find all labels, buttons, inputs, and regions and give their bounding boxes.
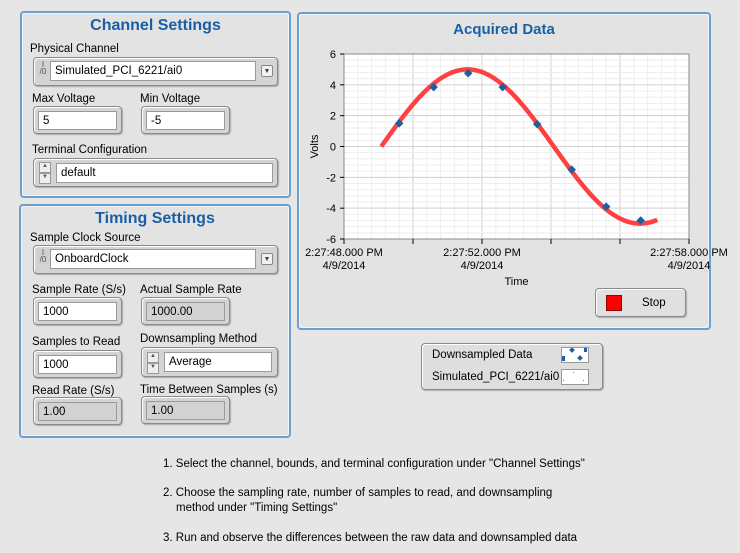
decrement-arrow-icon[interactable]: ▼ [147,363,159,374]
line-marker-icon [563,372,584,381]
samples-to-read-control[interactable]: 1000 [33,350,122,378]
legend-swatch-raw[interactable] [561,369,589,385]
y-tick-label: -2 [326,172,336,184]
increment-arrow-icon[interactable]: ▲ [147,352,159,363]
legend-swatch-downsampled[interactable] [561,347,589,363]
y-tick-label: 2 [330,111,336,123]
x-tick-label-date: 4/9/2014 [323,260,366,272]
stop-label: Stop [642,297,666,309]
x-tick-label-date: 4/9/2014 [461,260,504,272]
samples-to-read-label: Samples to Read [32,336,121,348]
sample-rate-control[interactable]: 1000 [33,297,122,325]
x-axis-label: Time [504,276,528,288]
legend-label-downsampled: Downsampled Data [432,349,533,361]
downsampling-method-ring[interactable]: ▲ ▼ Average [141,347,278,377]
read-rate-indicator: 1.00 [33,397,122,425]
y-tick-label: 4 [330,80,336,92]
x-tick-label-time: 2:27:58.000 PM [650,247,728,259]
legend-label-raw: Simulated_PCI_6221/ai0 [432,371,560,383]
stop-button[interactable]: Stop [595,288,686,317]
y-tick-label: 0 [330,142,336,154]
time-between-samples-label: Time Between Samples (s) [140,384,278,396]
y-axis-label: Volts [309,134,321,158]
instruction-2-cont: method under "Timing Settings" [176,502,338,514]
downsampling-method-label: Downsampling Method [140,333,257,345]
downsampling-method-value[interactable]: Average [164,352,272,372]
waveform-graph[interactable]: -6-4-202462:27:48.000 PM4/9/20142:27:52.… [0,0,740,300]
actual-sample-rate-indicator: 1000.00 [141,297,230,325]
instruction-3: 3. Run and observe the differences betwe… [163,532,578,544]
time-between-samples-indicator: 1.00 [141,396,230,424]
instruction-1: 1. Select the channel, bounds, and termi… [163,458,585,470]
read-rate-label: Read Rate (S/s) [32,385,115,397]
diamond-marker-icon [562,347,587,361]
time-between-samples-value: 1.00 [146,401,225,420]
y-tick-label: -6 [326,234,336,246]
samples-to-read-input[interactable]: 1000 [38,355,117,374]
y-tick-label: -4 [326,203,336,215]
plot-legend: Downsampled Data Simulated_PCI_6221/ai0 [421,343,603,390]
x-tick-label-date: 4/9/2014 [668,260,711,272]
stop-icon [606,295,622,311]
actual-sample-rate-value: 1000.00 [146,302,225,321]
x-tick-label-time: 2:27:52.000 PM [443,247,521,259]
read-rate-value: 1.00 [38,402,117,421]
x-tick-label-time: 2:27:48.000 PM [305,247,383,259]
sample-rate-input[interactable]: 1000 [38,302,117,321]
instruction-2: 2. Choose the sampling rate, number of s… [163,487,553,499]
y-tick-label: 6 [330,49,336,61]
